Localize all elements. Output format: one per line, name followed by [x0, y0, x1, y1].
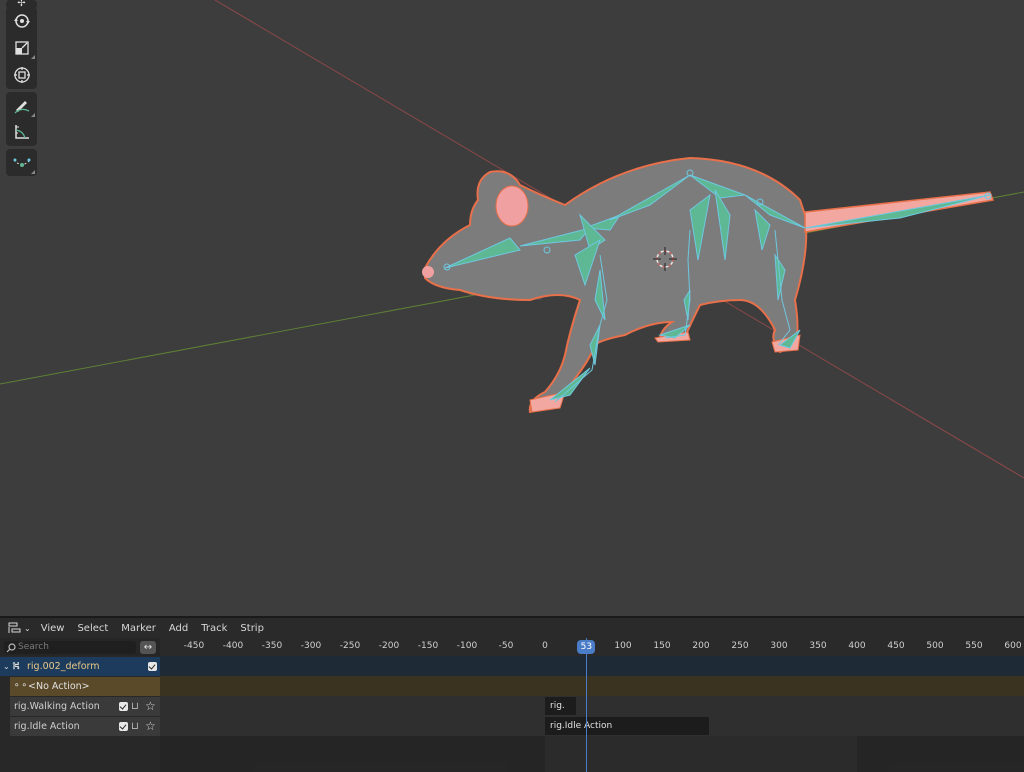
- chevron-down-icon: ⌄: [24, 623, 31, 633]
- toolbar-group-transform: [6, 7, 37, 89]
- viewport-scene[interactable]: [0, 0, 1024, 616]
- search-row: Search ↔: [0, 638, 160, 656]
- ruler-tick-label: -300: [300, 641, 322, 651]
- star-icon[interactable]: ☆: [145, 697, 156, 716]
- ruler-tick-label: 150: [653, 641, 671, 651]
- sync-length-button[interactable]: ↔: [140, 641, 156, 654]
- star-icon[interactable]: ☆: [145, 717, 156, 736]
- menu-marker[interactable]: Marker: [121, 623, 156, 634]
- transform-icon: [13, 67, 30, 83]
- nla-editor-icon: [8, 622, 21, 633]
- search-input[interactable]: Search: [4, 641, 136, 654]
- channel-label: rig.Idle Action: [14, 721, 80, 732]
- ruler-tick-label: -250: [339, 641, 361, 651]
- channel-track-idle[interactable]: rig.Idle Action ⊔ ☆: [10, 717, 160, 736]
- lock-icon[interactable]: ⊔: [131, 697, 139, 716]
- rat-body: [424, 156, 808, 414]
- channel-track-walking[interactable]: rig.Walking Action ⊔ ☆: [10, 697, 160, 716]
- nla-strip-idle[interactable]: rig.Idle Action: [545, 717, 709, 735]
- track-row-action: [160, 676, 1024, 696]
- armature-icon: ⛕: [12, 659, 21, 672]
- ruler-tick-label: -200: [378, 641, 400, 651]
- ruler-tick-label: 600: [1004, 641, 1022, 651]
- annotate-tool[interactable]: [6, 93, 37, 119]
- search-placeholder: Search: [18, 642, 49, 652]
- expand-icon[interactable]: ⌄: [3, 657, 10, 676]
- ruler-tick-label: 500: [926, 641, 944, 651]
- measure-tool[interactable]: [6, 119, 37, 145]
- ruler-tick-label: 400: [848, 641, 866, 651]
- channel-label: rig.002_deform: [27, 661, 100, 672]
- ruler-tick-label: 250: [731, 641, 749, 651]
- channel-label: <No Action>: [28, 681, 90, 692]
- nla-header: ⌄ View Select Marker Add Track Strip: [0, 618, 1024, 638]
- nla-editor: ⌄ View Select Marker Add Track Strip Sea…: [0, 618, 1024, 772]
- menu-strip[interactable]: Strip: [240, 623, 264, 634]
- track-row-walking: [160, 696, 1024, 716]
- lock-icon[interactable]: ⊔: [131, 717, 139, 736]
- frame-ruler[interactable]: -450 -400 -350 -300 -250 -200 -150 -100 -50 0 100 1…: [160, 638, 1024, 656]
- rotate-icon: [13, 14, 30, 28]
- menu-add[interactable]: Add: [169, 623, 188, 634]
- bone-envelope-icon: [13, 158, 30, 167]
- ruler-tick-label: 100: [614, 641, 632, 651]
- playhead[interactable]: [586, 638, 588, 772]
- ruler-tick-label: 550: [965, 641, 983, 651]
- transform-tool[interactable]: [6, 62, 37, 88]
- toolbar-group-annotate: [6, 92, 37, 146]
- scale-icon: [14, 41, 29, 55]
- track-row-object: [160, 656, 1024, 676]
- track-mute-checkbox[interactable]: [119, 722, 128, 731]
- nla-strip-walking[interactable]: rig.: [545, 697, 577, 715]
- ruler-tick-label: 300: [770, 641, 788, 651]
- ruler-tick-label: -150: [417, 641, 439, 651]
- ruler-tick-label: -400: [222, 641, 244, 651]
- ruler-tick-label: 0: [542, 641, 548, 651]
- ruler-tick-label: -450: [183, 641, 205, 651]
- strip-label: rig.: [550, 701, 565, 711]
- menu-track[interactable]: Track: [201, 623, 227, 634]
- rotate-tool[interactable]: [6, 8, 37, 34]
- channel-checkbox[interactable]: [148, 662, 157, 671]
- channel-action[interactable]: ⚬⚬ <No Action>: [10, 677, 160, 696]
- bone-size-tool[interactable]: [6, 150, 37, 176]
- menu-select[interactable]: Select: [77, 623, 108, 634]
- rat-ear: [495, 185, 529, 227]
- annotate-icon: [14, 101, 29, 114]
- track-area[interactable]: rig. rig.Idle Action: [160, 656, 1024, 772]
- channel-region: Search ↔ ⌄ ⛕ rig.002_deform ⚬⚬ <No Actio…: [0, 638, 160, 772]
- channel-label: rig.Walking Action: [14, 701, 100, 712]
- editor-type-button[interactable]: ⌄: [8, 622, 31, 634]
- ruler-tick-label: 450: [887, 641, 905, 651]
- ruler-tick-label: -50: [498, 641, 514, 651]
- sync-icon: ↔: [143, 642, 153, 653]
- ruler-tick-label: 350: [809, 641, 827, 651]
- track-mute-checkbox[interactable]: [119, 702, 128, 711]
- action-icon: ⚬⚬: [13, 681, 29, 691]
- ruler-tick-label: 200: [692, 641, 710, 651]
- rat-model[interactable]: [422, 156, 995, 414]
- ruler-tick-label: -100: [456, 641, 478, 651]
- scale-tool[interactable]: [6, 35, 37, 61]
- toolbar-group-bone: [6, 149, 37, 176]
- measure-icon: [14, 125, 29, 139]
- 3d-viewport[interactable]: ✢: [0, 0, 1024, 616]
- search-icon: [6, 643, 16, 653]
- strip-label: rig.Idle Action: [550, 721, 613, 731]
- menu-view[interactable]: View: [41, 623, 65, 634]
- ruler-tick-label: -350: [261, 641, 283, 651]
- channel-object[interactable]: ⌄ ⛕ rig.002_deform: [0, 657, 160, 676]
